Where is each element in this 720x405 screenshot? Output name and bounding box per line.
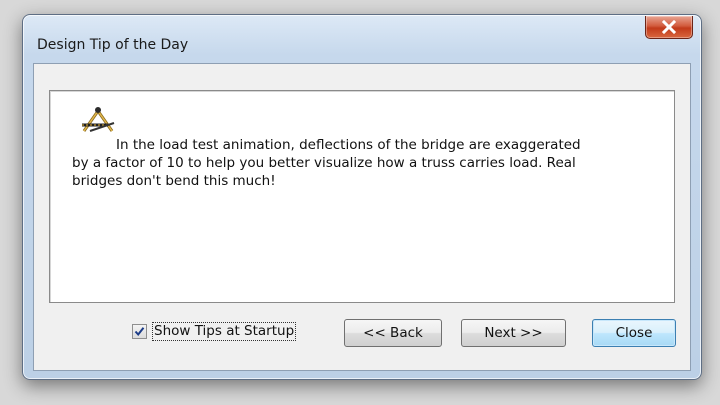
tip-line-2: by a factor of 10 to help you better vis… xyxy=(72,155,576,171)
compass-square-icon xyxy=(82,107,115,132)
next-button[interactable]: Next >> xyxy=(461,319,566,347)
show-tips-label[interactable]: Show Tips at Startup xyxy=(152,322,297,341)
dialog-window: Design Tip of the Day In the load test a… xyxy=(22,14,702,380)
tip-line-1: In the load test animation, deflections … xyxy=(116,137,581,153)
tip-text: In the load test animation, deflections … xyxy=(72,136,662,190)
tip-panel: In the load test animation, deflections … xyxy=(49,90,675,303)
checkmark-icon xyxy=(134,327,145,337)
dialog-title: Design Tip of the Day xyxy=(37,37,189,53)
tip-line-3: bridges don't bend this much! xyxy=(72,173,276,189)
window-close-button[interactable] xyxy=(645,16,693,39)
close-icon xyxy=(661,20,677,34)
back-button[interactable]: << Back xyxy=(344,319,442,347)
dialog-client-area: In the load test animation, deflections … xyxy=(33,63,691,371)
close-button[interactable]: Close xyxy=(592,319,676,347)
show-tips-checkbox[interactable] xyxy=(132,324,147,339)
